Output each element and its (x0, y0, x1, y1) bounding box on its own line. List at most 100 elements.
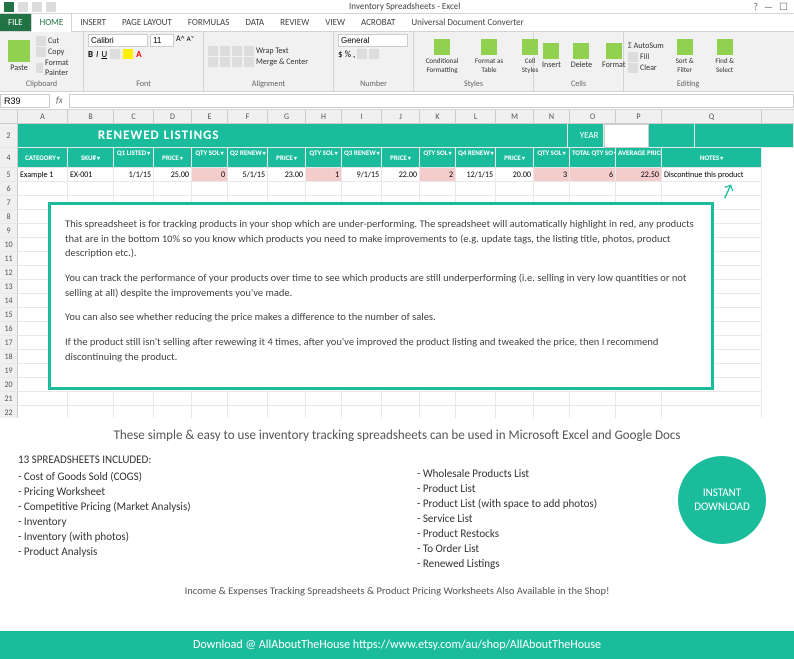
wrap-text-button[interactable]: Wrap Text (244, 46, 308, 56)
find-select-button[interactable]: Find & Select (706, 37, 744, 76)
col-header[interactable]: G (268, 110, 306, 123)
currency-icon[interactable]: $ (338, 49, 343, 60)
delete-cells-button[interactable]: Delete (567, 41, 596, 72)
th-avg-price[interactable]: AVERAGE PRICE (616, 148, 662, 168)
sort-filter-button[interactable]: Sort & Filter (666, 37, 704, 76)
col-header[interactable]: K (420, 110, 456, 123)
row-header[interactable]: 12 (0, 266, 18, 280)
row-header[interactable]: 15 (0, 308, 18, 322)
cell[interactable] (534, 392, 570, 406)
cell[interactable] (420, 392, 456, 406)
row-header[interactable]: 19 (0, 364, 18, 378)
row-header[interactable]: 5 (0, 168, 18, 182)
fill-color-icon[interactable] (123, 49, 133, 59)
cell[interactable] (114, 392, 154, 406)
row-header[interactable]: 16 (0, 322, 18, 336)
name-box[interactable] (0, 94, 50, 108)
row-header[interactable]: 20 (0, 378, 18, 392)
th-q4-renew[interactable]: Q4 RENEW (456, 148, 496, 168)
tab-data[interactable]: DATA (237, 14, 272, 31)
tab-file[interactable]: FILE (0, 14, 31, 31)
th-q1-listed[interactable]: Q1 LISTED (114, 148, 154, 168)
bold-button[interactable]: B (88, 49, 93, 60)
cell-q4-qty[interactable]: 3 (534, 168, 570, 182)
cell-category[interactable]: Example 1 (18, 168, 68, 182)
th-q1-price[interactable]: PRICE (154, 148, 192, 168)
align-left-icon[interactable] (208, 57, 218, 67)
tab-review[interactable]: REVIEW (272, 14, 317, 31)
cell[interactable] (570, 182, 616, 196)
col-header[interactable]: N (534, 110, 570, 123)
cell[interactable] (662, 182, 762, 196)
cell[interactable] (268, 392, 306, 406)
cell-total-qty[interactable]: 6 (570, 168, 616, 182)
th-total-qty[interactable]: TOTAL QTY SO (570, 148, 616, 168)
cell[interactable] (154, 392, 192, 406)
cell[interactable] (456, 392, 496, 406)
tab-view[interactable]: VIEW (317, 14, 353, 31)
redo-icon[interactable] (46, 2, 56, 12)
col-header[interactable]: O (570, 110, 616, 123)
row-header[interactable]: 11 (0, 252, 18, 266)
row-header[interactable]: 9 (0, 224, 18, 238)
row-header[interactable]: 7 (0, 196, 18, 210)
clear-button[interactable]: Clear (628, 63, 664, 73)
align-center-icon[interactable] (220, 57, 230, 67)
cell-q1-price[interactable]: 25.00 (154, 168, 192, 182)
cell[interactable] (534, 182, 570, 196)
insert-cells-button[interactable]: Insert (538, 41, 565, 72)
font-name-select[interactable] (88, 34, 148, 47)
cell-q4-renew[interactable]: 12/1/15 (456, 168, 496, 182)
th-sku[interactable]: SKU# (68, 148, 114, 168)
th-q4-price[interactable]: PRICE (496, 148, 534, 168)
undo-icon[interactable] (32, 2, 42, 12)
row-header[interactable]: 4 (0, 148, 18, 168)
col-header[interactable]: J (382, 110, 420, 123)
cell[interactable] (616, 392, 662, 406)
tab-acrobat[interactable]: ACROBAT (353, 14, 403, 31)
paste-button[interactable]: Paste (4, 38, 34, 75)
row-header[interactable]: 8 (0, 210, 18, 224)
table-row[interactable]: 6 (0, 182, 794, 196)
copy-button[interactable]: Copy (36, 47, 79, 57)
col-header[interactable]: H (306, 110, 342, 123)
th-q1-qty[interactable]: QTY SOL (192, 148, 228, 168)
cell-q1-qty[interactable]: 0 (192, 168, 228, 182)
italic-button[interactable]: I (96, 49, 98, 60)
cell[interactable] (496, 182, 534, 196)
table-row[interactable]: 5 Example 1 EX-001 1/1/15 25.00 0 5/1/15… (0, 168, 794, 182)
cell[interactable] (154, 182, 192, 196)
conditional-formatting-button[interactable]: Conditional Formatting (418, 37, 466, 76)
align-bottom-icon[interactable] (232, 46, 242, 56)
decrease-decimal-icon[interactable] (369, 49, 379, 59)
cell[interactable] (662, 392, 762, 406)
th-q2-price[interactable]: PRICE (268, 148, 306, 168)
tab-udc[interactable]: Universal Document Converter (403, 14, 531, 31)
cell[interactable] (342, 392, 382, 406)
font-size-select[interactable] (150, 34, 174, 47)
cell[interactable] (382, 392, 420, 406)
cell-avg-price[interactable]: 22.50 (616, 168, 662, 182)
decrease-font-icon[interactable]: A˅ (187, 34, 195, 47)
cell[interactable] (192, 182, 228, 196)
font-color-icon[interactable]: A (136, 49, 141, 60)
col-header[interactable]: D (154, 110, 192, 123)
cut-button[interactable]: Cut (36, 36, 79, 46)
cell[interactable] (192, 392, 228, 406)
cell[interactable] (18, 182, 68, 196)
table-row[interactable]: 21 (0, 392, 794, 406)
format-painter-button[interactable]: Format Painter (36, 58, 79, 78)
cell-q2-qty[interactable]: 1 (306, 168, 342, 182)
tab-formulas[interactable]: FORMULAS (180, 14, 238, 31)
cell[interactable] (456, 182, 496, 196)
cell-notes[interactable]: Discontinue this product (662, 168, 762, 182)
formula-input[interactable] (69, 94, 794, 108)
help-icon[interactable]: ? (753, 0, 758, 13)
row-header[interactable]: 14 (0, 294, 18, 308)
border-icon[interactable] (110, 49, 120, 59)
select-all-corner[interactable] (0, 110, 18, 123)
row-header[interactable]: 2 (0, 124, 18, 148)
tab-page-layout[interactable]: PAGE LAYOUT (114, 14, 180, 31)
number-format-select[interactable] (338, 34, 408, 47)
cell[interactable] (420, 182, 456, 196)
